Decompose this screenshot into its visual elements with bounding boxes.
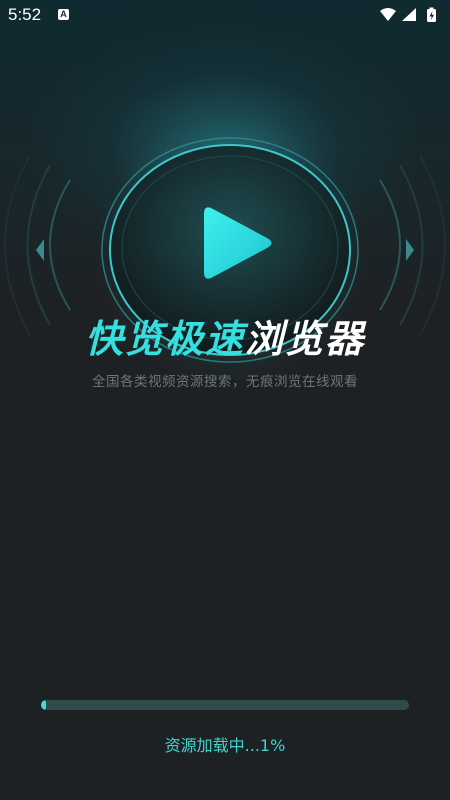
wifi-icon [380,8,396,21]
app-title-rest: 浏览器 [245,317,366,361]
loading-label: 资源加载中...1% [164,736,286,755]
status-icons [380,7,442,23]
app-title-accent: 快览极速 [84,317,245,361]
status-time: 5:52 [8,5,42,24]
app-title: 快览极速浏览器 [0,316,450,362]
app-subtitle: 全国各类视频资源搜索，无痕浏览在线观看 [92,374,358,390]
loading-progress-bar [41,700,409,710]
wave-decoration-left [4,154,71,336]
status-bar: 5:52 A [0,0,450,30]
signal-icon [402,8,416,21]
battery-charging-icon [427,7,436,22]
wave-decoration-right [379,154,446,336]
loading-progress-fill [41,700,46,710]
app-notification-icon: A [58,9,69,20]
splash-screen: 5:52 A 快览极速浏览器 全国各类视频资源搜索，无痕浏览在线观看 资源加载中… [0,0,450,800]
